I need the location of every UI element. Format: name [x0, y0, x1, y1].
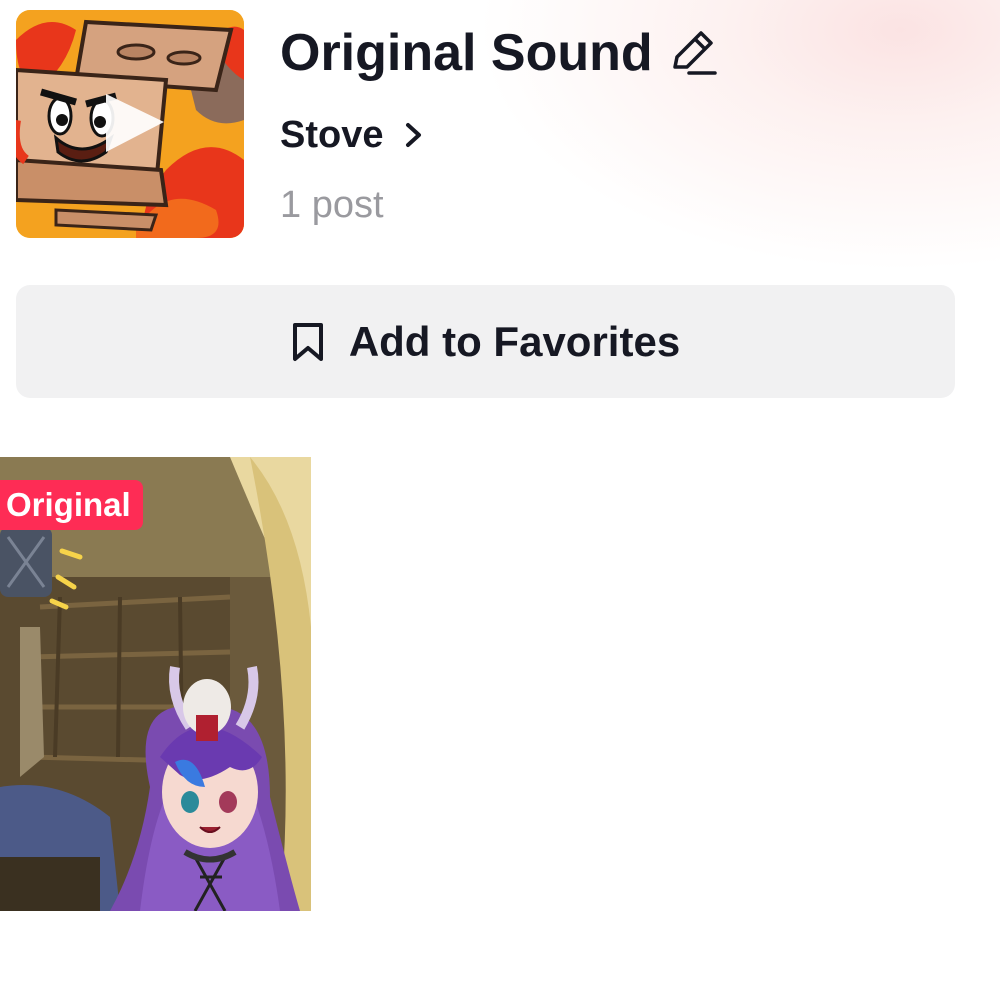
chevron-right-icon — [406, 123, 422, 147]
add-to-favorites-button[interactable]: Add to Favorites — [16, 285, 955, 398]
add-to-favorites-label: Add to Favorites — [348, 317, 681, 365]
author-link[interactable]: Stove — [280, 110, 425, 160]
author-name: Stove — [280, 113, 384, 156]
video-thumbnail[interactable]: Original — [0, 457, 311, 911]
original-badge: Original — [0, 480, 143, 530]
sound-cover[interactable] — [16, 10, 244, 238]
cover-artwork — [16, 10, 244, 238]
pencil-icon[interactable] — [667, 27, 719, 79]
bookmark-icon — [292, 322, 323, 361]
sound-title: Original Sound — [280, 24, 653, 82]
post-count: 1 post — [280, 184, 384, 226]
